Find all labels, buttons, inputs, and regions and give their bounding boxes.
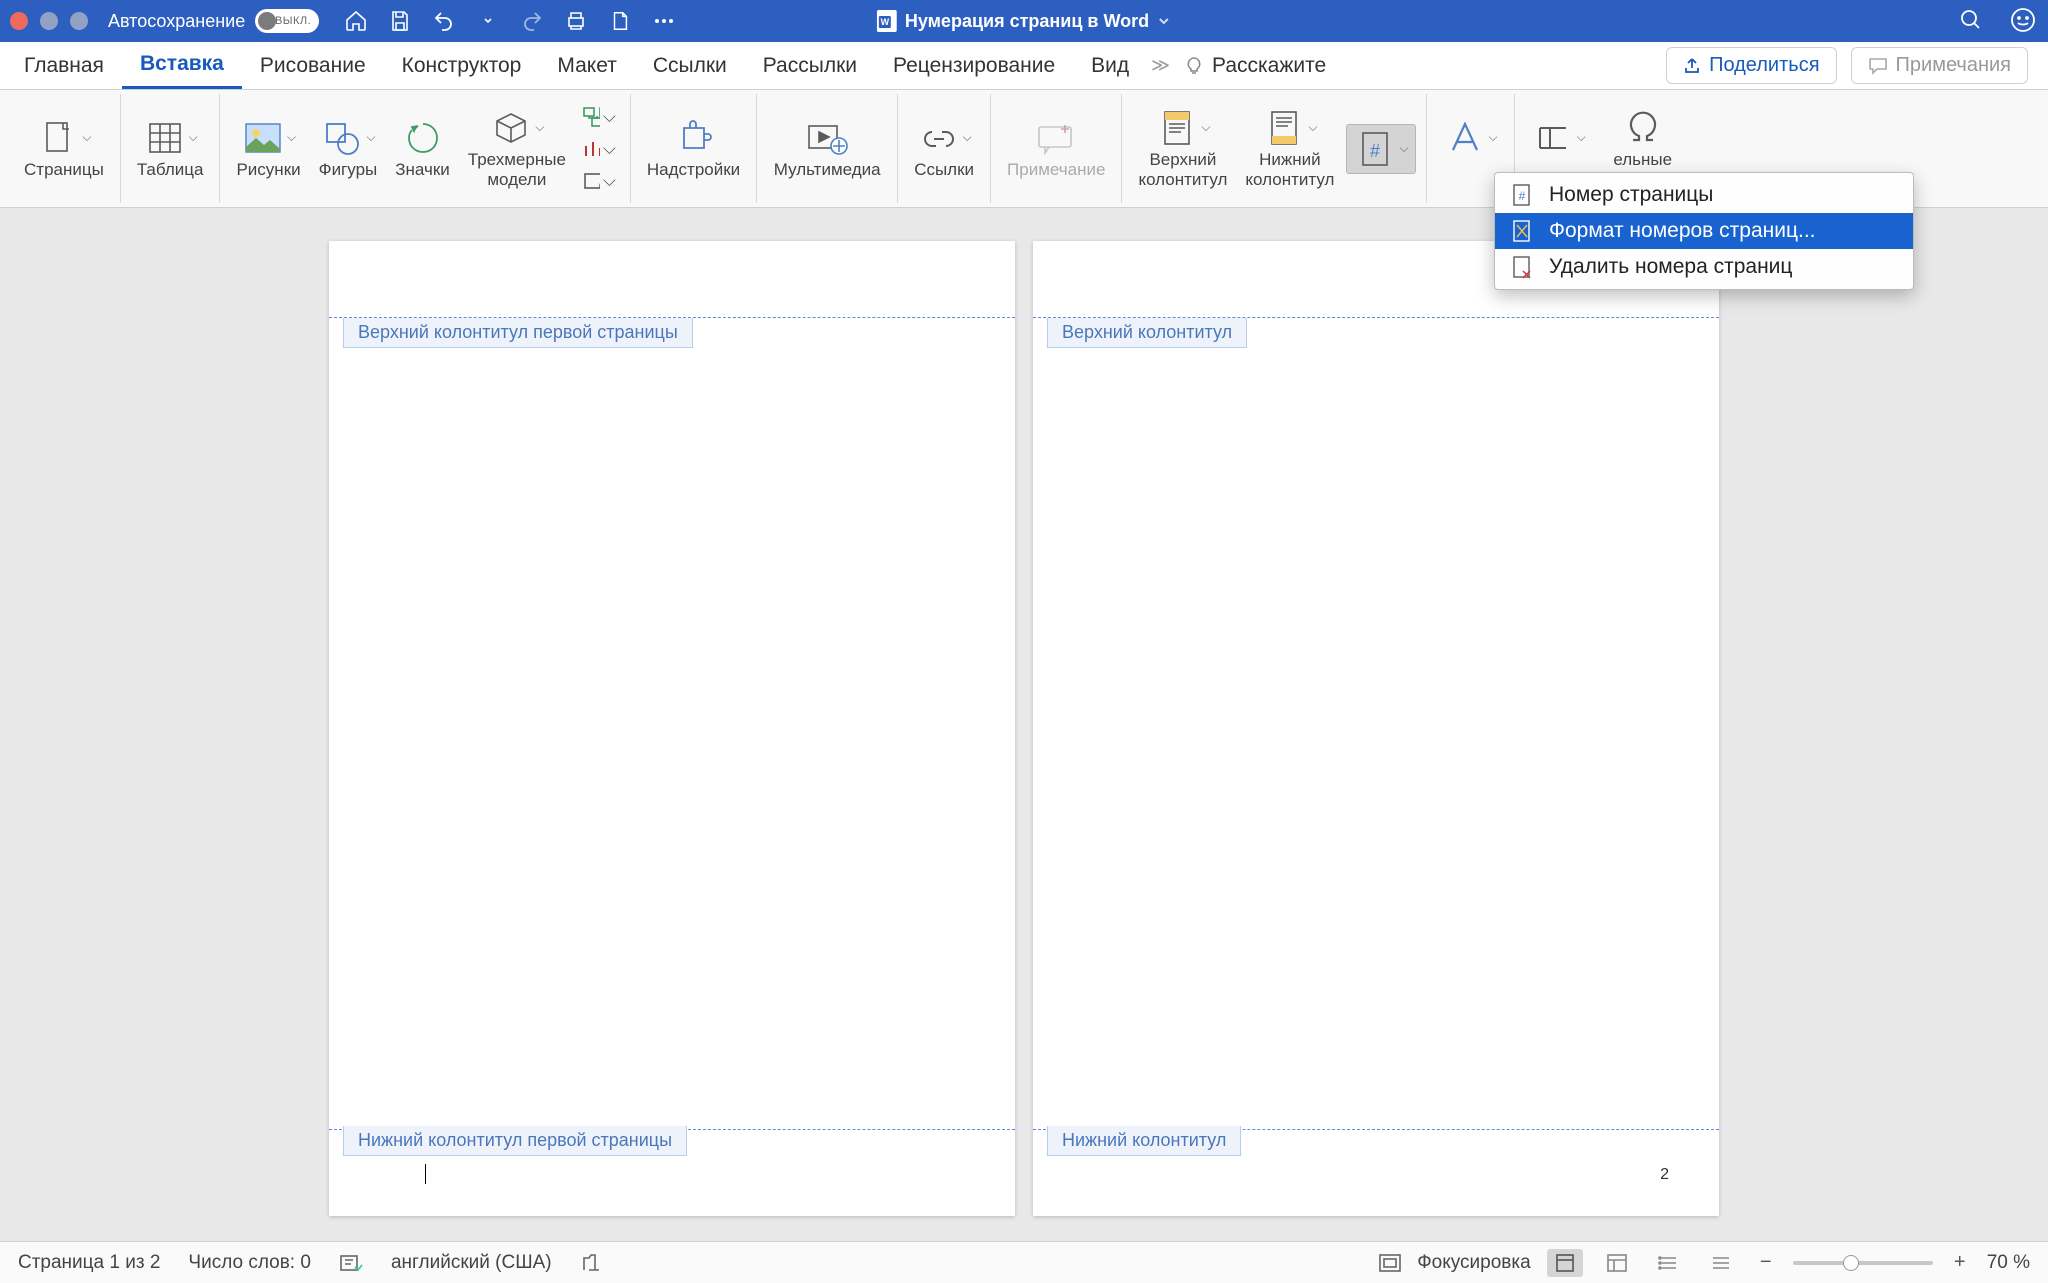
feedback-icon[interactable] [2010,7,2038,35]
page2-number: 2 [1660,1166,1669,1184]
save-icon[interactable] [387,8,413,34]
statusbar: Страница 1 из 2 Число слов: 0 английский… [0,1241,2048,1283]
chevron-down-icon[interactable] [1157,14,1171,28]
page-1[interactable]: Верхний колонтитул первой страницы Нижни… [329,241,1015,1216]
smartart-chart-screenshot: ⌵ ⌵ ⌵ [578,104,620,194]
page1-header-tag[interactable]: Верхний колонтитул первой страницы [343,318,693,348]
close-window[interactable] [10,12,28,30]
tab-view[interactable]: Вид [1073,42,1147,89]
zoom-in[interactable]: + [1949,1252,1971,1274]
word-doc-icon: W [877,10,897,32]
header-button[interactable]: ⌵ Верхний колонтитул [1132,104,1233,193]
search-icon[interactable] [1958,7,1986,35]
table-button[interactable]: ⌵ Таблица [131,114,210,184]
view-web-layout[interactable] [1599,1249,1635,1277]
pictures-button[interactable]: ⌵ Рисунки [230,114,306,184]
autosave-toggle[interactable]: ВЫКЛ. [255,9,319,33]
addins-button[interactable]: Надстройки [641,114,746,184]
tabs-overflow-icon[interactable]: ≫ [1151,55,1170,76]
view-outline[interactable] [1651,1249,1687,1277]
minimize-window[interactable] [40,12,58,30]
view-print-layout[interactable] [1547,1249,1583,1277]
print-icon[interactable] [563,8,589,34]
text-elements-button[interactable]: ⌵ [1437,114,1504,184]
footer-button[interactable]: ⌵ Нижний колонтитул [1239,104,1340,193]
tab-home[interactable]: Главная [6,42,122,89]
icons-button[interactable]: Значки [389,114,456,184]
titlebar: Автосохранение ВЫКЛ. W Нумерация страниц… [0,0,2048,42]
page2-header-tag[interactable]: Верхний колонтитул [1047,318,1247,348]
autosave-label: Автосохранение [108,11,245,32]
status-words[interactable]: Число слов: 0 [188,1252,311,1274]
status-language[interactable]: английский (США) [391,1252,552,1274]
page-2[interactable]: Верхний колонтитул Нижний колонтитул 2 [1033,241,1719,1216]
comments-button[interactable]: Примечания [1851,47,2028,84]
document-title[interactable]: W Нумерация страниц в Word [877,10,1171,32]
menu-remove-page-numbers[interactable]: Удалить номера страниц [1495,249,1913,285]
comment-button: Примечание [1001,114,1111,184]
lightbulb-icon [1184,56,1204,76]
tab-layout[interactable]: Макет [539,42,634,89]
svg-text:#: # [1519,189,1526,203]
document-canvas[interactable]: Верхний колонтитул первой страницы Нижни… [0,209,2048,1241]
zoom-window[interactable] [70,12,88,30]
screenshot-button[interactable]: ⌵ [582,168,616,194]
remove-page-number-icon [1511,255,1535,279]
ribbon-tabs: Главная Вставка Рисование Конструктор Ма… [0,42,2048,90]
page-number-dropdown: # Номер страницы Формат номеров страниц.… [1494,172,1914,290]
share-button[interactable]: Поделиться [1666,47,1836,84]
status-focus[interactable]: Фокусировка [1417,1252,1530,1274]
view-draft[interactable] [1703,1249,1739,1277]
more-icon[interactable] [651,8,677,34]
zoom-out[interactable]: − [1755,1252,1777,1274]
media-button[interactable]: Мультимедиа [767,114,887,184]
undo-icon[interactable] [431,8,457,34]
chart-button[interactable]: ⌵ [582,136,616,162]
menu-format-page-numbers[interactable]: Формат номеров страниц... [1495,213,1913,249]
new-doc-icon[interactable] [607,8,633,34]
tab-review[interactable]: Рецензирование [875,42,1073,89]
page-number-icon: # [1511,183,1535,207]
autosave: Автосохранение ВЫКЛ. [108,9,319,33]
menu-page-number[interactable]: # Номер страницы [1495,177,1913,213]
zoom-level[interactable]: 70 % [1987,1252,2030,1274]
page1-footer-tag[interactable]: Нижний колонтитул первой страницы [343,1126,687,1156]
tell-me[interactable]: Расскажите [1184,54,1326,78]
zoom-slider[interactable] [1793,1261,1933,1265]
smartart-button[interactable]: ⌵ [582,104,616,130]
undo-dropdown-icon[interactable] [475,8,501,34]
svg-text:W: W [881,17,890,27]
spellcheck-icon[interactable] [339,1253,363,1273]
format-page-number-icon [1511,219,1535,243]
redo-icon[interactable] [519,8,545,34]
tab-insert[interactable]: Вставка [122,42,242,89]
shapes-button[interactable]: ⌵ Фигуры [313,114,384,184]
pages-button[interactable]: ⌵ Страницы [18,114,110,184]
comment-icon [1868,57,1888,75]
3d-models-button[interactable]: ⌵ Трехмерные модели [462,104,572,193]
tab-design[interactable]: Конструктор [384,42,540,89]
focus-mode-icon[interactable] [1379,1254,1401,1272]
autosave-state: ВЫКЛ. [275,15,311,27]
accessibility-icon[interactable] [580,1252,604,1274]
page2-footer-tag[interactable]: Нижний колонтитул [1047,1126,1241,1156]
tab-draw[interactable]: Рисование [242,42,384,89]
tab-references[interactable]: Ссылки [635,42,745,89]
window-controls [10,12,88,30]
tab-mailings[interactable]: Рассылки [745,42,875,89]
quick-access-toolbar [343,8,677,34]
page-number-button[interactable]: #⌵ [1346,124,1415,174]
svg-text:#: # [1370,141,1380,161]
text-cursor [425,1164,426,1184]
share-icon [1683,57,1701,75]
home-icon[interactable] [343,8,369,34]
status-page[interactable]: Страница 1 из 2 [18,1252,160,1274]
links-button[interactable]: ⌵ Ссылки [908,114,980,184]
